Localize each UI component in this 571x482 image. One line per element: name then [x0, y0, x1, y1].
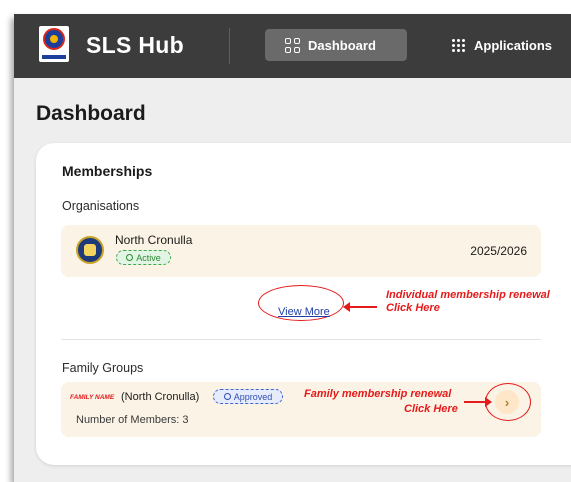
annotation-arrow-right-icon — [464, 397, 492, 407]
page-title: Dashboard — [36, 102, 146, 125]
nav-applications-button[interactable]: Applications — [452, 29, 552, 61]
family-club-name: (North Cronulla) — [121, 391, 200, 403]
annotation-individual-click-here: Click Here — [386, 302, 440, 314]
status-badge-active: Active — [116, 250, 171, 265]
family-groups-heading: Family Groups — [62, 361, 144, 375]
status-badge-approved-label: Approved — [233, 391, 273, 402]
family-name-tag: FAMILY NAME — [70, 394, 115, 401]
app-title[interactable]: SLS Hub — [86, 32, 184, 59]
apps-grid-icon — [452, 38, 465, 52]
organisation-row[interactable]: North Cronulla Active 2025/2026 — [61, 225, 541, 277]
nav-divider — [229, 28, 230, 64]
view-more-link[interactable]: View More — [278, 306, 330, 318]
membership-period: 2025/2026 — [470, 244, 527, 258]
status-badge-approved: Approved — [213, 389, 283, 404]
section-divider — [61, 339, 541, 340]
dashboard-grid-icon — [285, 37, 300, 53]
annotation-family-click-here: Click Here — [404, 403, 458, 415]
annotation-family-renewal: Family membership renewal — [304, 388, 452, 400]
club-crest-icon — [76, 236, 104, 264]
family-group-row[interactable]: FAMILY NAME (North Cronulla) Approved Nu… — [61, 382, 541, 437]
nav-applications-label: Applications — [474, 37, 553, 53]
annotation-arrow-left-icon — [343, 302, 377, 312]
nav-dashboard-label: Dashboard — [308, 37, 376, 53]
check-circle-icon — [126, 254, 134, 261]
family-member-count: Number of Members: 3 — [76, 414, 189, 426]
status-badge-active-label: Active — [136, 252, 161, 263]
app-window: SLS Hub Dashboard Applications Dashboard… — [14, 14, 571, 482]
check-circle-icon — [223, 393, 231, 400]
organisations-heading: Organisations — [62, 199, 140, 213]
chevron-right-button[interactable]: › — [495, 390, 519, 414]
memberships-card: Memberships Organisations North Cronulla… — [36, 143, 571, 465]
nav-dashboard-button[interactable]: Dashboard — [265, 29, 407, 61]
annotation-individual-renewal: Individual membership renewal — [386, 289, 550, 301]
memberships-heading: Memberships — [62, 163, 153, 179]
organisation-name: North Cronulla — [115, 233, 193, 247]
sls-logo-icon[interactable] — [39, 26, 69, 62]
top-navigation-bar: SLS Hub Dashboard Applications — [14, 14, 571, 78]
